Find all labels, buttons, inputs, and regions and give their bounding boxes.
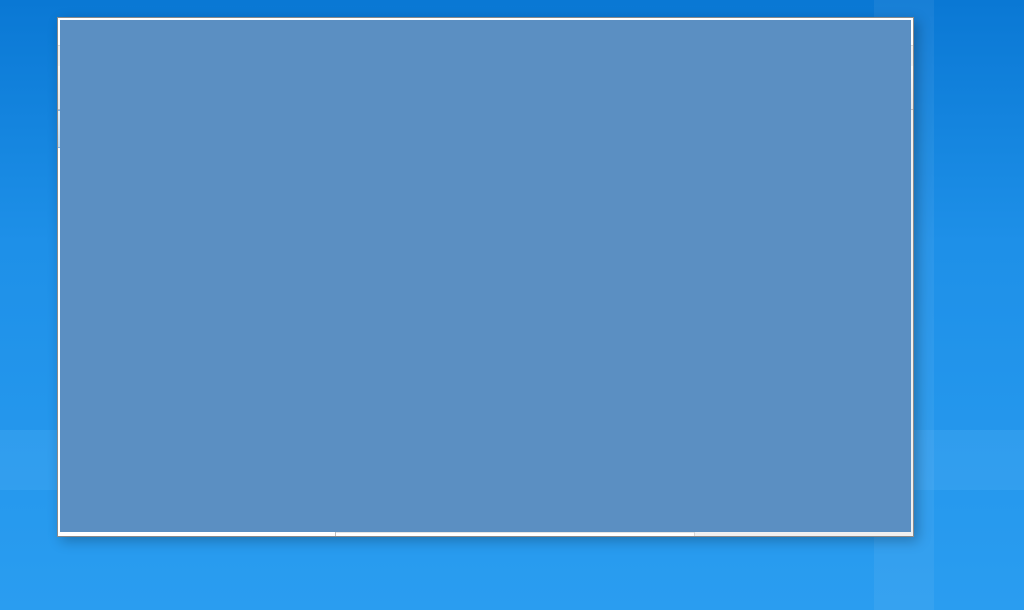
preview-icon: [703, 124, 705, 126]
virtualbox-window: Oracle VM VirtualBox Upravitelj Datoteka…: [57, 17, 914, 537]
preview-pane: Pregled Ubuntu: [695, 110, 913, 536]
section-usb[interactable]: USB Upravljač USB-a:OHCI, EHCI: [336, 533, 694, 536]
